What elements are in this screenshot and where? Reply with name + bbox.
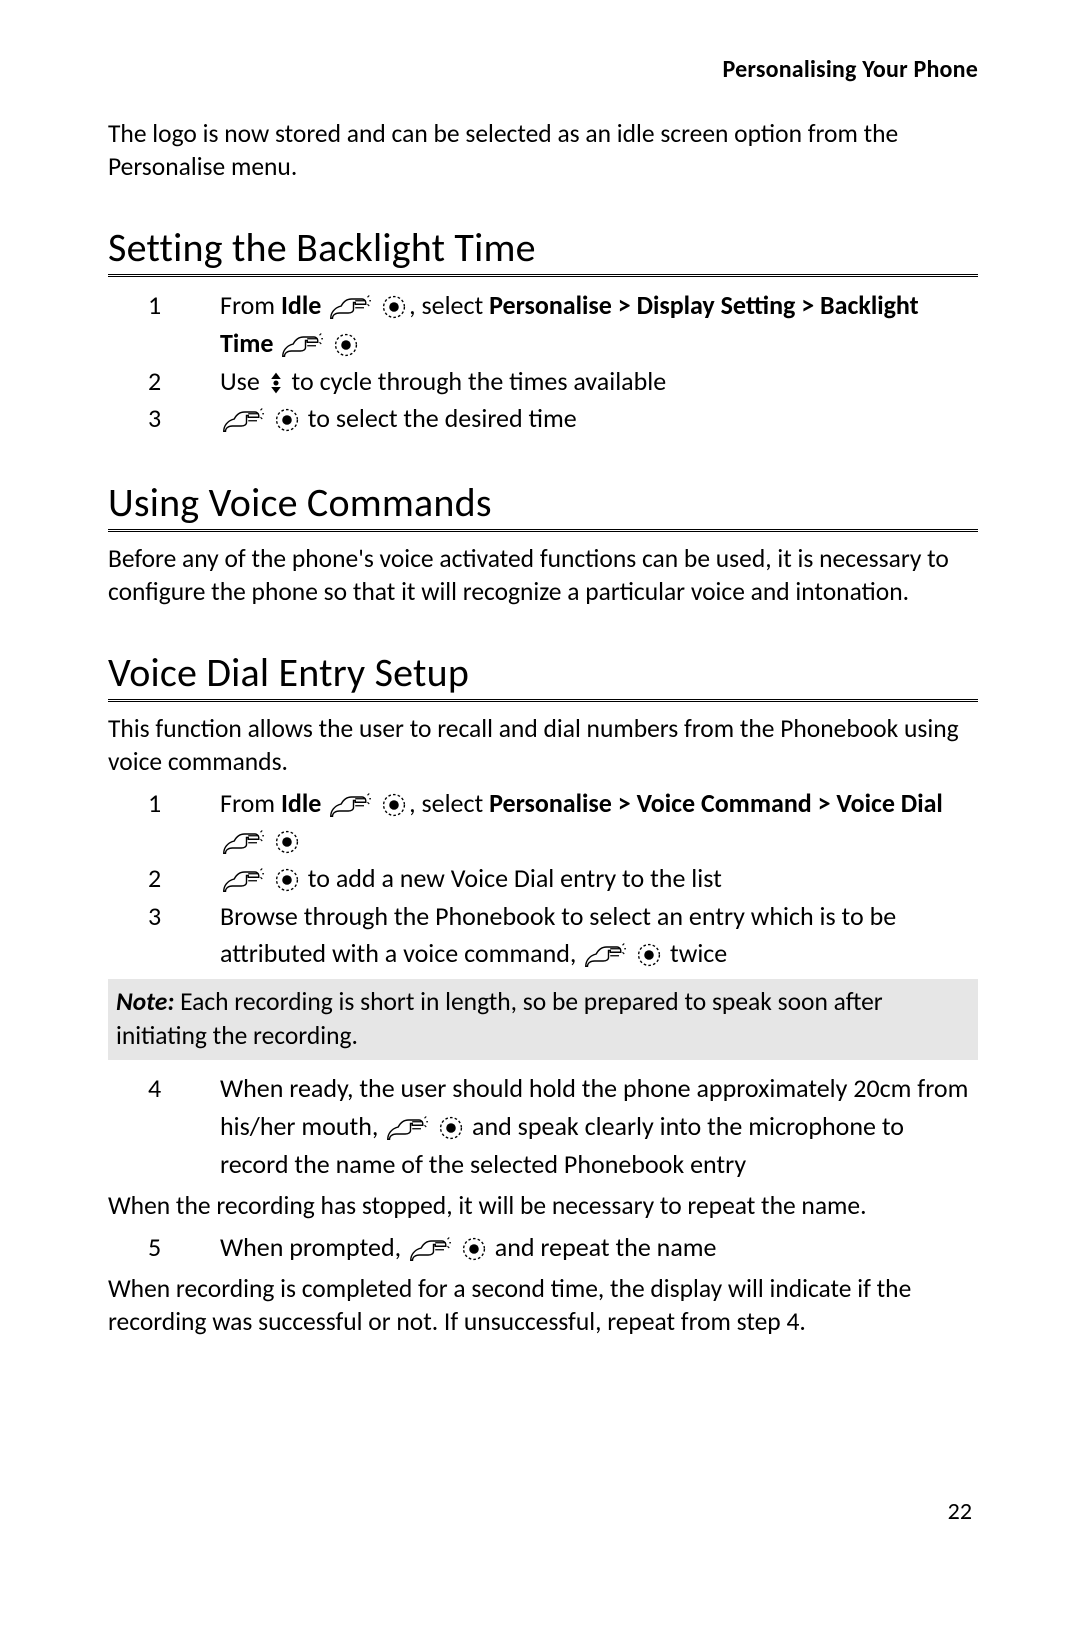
press-key-hand-icon: [329, 790, 371, 818]
step-text: to add a new Voice Dial entry to the lis…: [220, 860, 978, 898]
step-text-part: twice: [664, 937, 727, 969]
step-item: 5 When prompted, and repeat the name: [148, 1229, 978, 1267]
step-text-part: to select the desired time: [302, 402, 577, 434]
step-text: Browse through the Phonebook to select a…: [220, 898, 978, 973]
nav-select-icon: [461, 1236, 487, 1262]
step-number: 5: [148, 1229, 220, 1267]
step-text-part: and repeat the name: [489, 1231, 717, 1263]
step-number: 3: [148, 898, 220, 936]
step-item: 3 Browse through the Phonebook to select…: [148, 898, 978, 973]
voice-dial-steps-b: 4 When ready, the user should hold the p…: [108, 1070, 978, 1183]
section-title-voice-commands: Using Voice Commands: [108, 478, 978, 532]
step-text-part: to cycle through the times available: [286, 365, 667, 397]
press-key-hand-icon: [222, 827, 264, 855]
press-key-hand-icon: [281, 330, 323, 358]
step-text: When prompted, and repeat the name: [220, 1229, 978, 1267]
nav-select-icon: [381, 294, 407, 320]
page: Personalising Your Phone The logo is now…: [0, 0, 1080, 1632]
step-text-part: When prompted,: [220, 1231, 407, 1263]
paragraph: When the recording has stopped, it will …: [108, 1189, 978, 1222]
step-number: 2: [148, 860, 220, 898]
step-text-part: Browse through the Phonebook to select a…: [220, 900, 896, 970]
step-number: 3: [148, 400, 220, 438]
section-title-backlight: Setting the Backlight Time: [108, 223, 978, 277]
press-key-hand-icon: [222, 405, 264, 433]
step-item: 2 Use to cycle through the times availab…: [148, 363, 978, 401]
paragraph: When recording is completed for a second…: [108, 1272, 978, 1338]
step-number: 1: [148, 785, 220, 823]
page-number: 22: [948, 1497, 972, 1526]
running-head: Personalising Your Phone: [108, 55, 978, 84]
step-text-bold: Personalise > Display Setting > Backligh…: [220, 289, 919, 359]
note-box: Note: Each recording is short in length,…: [108, 979, 978, 1060]
nav-select-icon: [274, 829, 300, 855]
step-text-part: From: [220, 787, 281, 819]
step-item: 2 to add a new Voice Dial entry to the l…: [148, 860, 978, 898]
note-label: Note:: [116, 986, 174, 1017]
step-number: 1: [148, 287, 220, 325]
step-text: From Idle , select Personalise > Display…: [220, 287, 978, 362]
nav-select-icon: [274, 407, 300, 433]
step-text: When ready, the user should hold the pho…: [220, 1070, 978, 1183]
press-key-hand-icon: [409, 1234, 451, 1262]
press-key-hand-icon: [329, 292, 371, 320]
nav-select-icon: [333, 332, 359, 358]
nav-select-icon: [438, 1115, 464, 1141]
nav-select-icon: [381, 792, 407, 818]
step-text-bold: Personalise > Voice Command > Voice Dial: [489, 787, 943, 819]
press-key-hand-icon: [584, 940, 626, 968]
step-text: Use to cycle through the times available: [220, 363, 978, 401]
voice-commands-body: Before any of the phone's voice activate…: [108, 542, 978, 608]
step-text-part: to add a new Voice Dial entry to the lis…: [302, 862, 722, 894]
section-title-voice-dial: Voice Dial Entry Setup: [108, 648, 978, 702]
nav-select-icon: [636, 942, 662, 968]
press-key-hand-icon: [386, 1113, 428, 1141]
note-body: Each recording is short in length, so be…: [116, 986, 883, 1051]
step-text: From Idle , select Personalise > Voice C…: [220, 785, 978, 860]
step-text-part: Use: [220, 365, 266, 397]
step-item: 1 From Idle , select Personalise > Displ…: [148, 287, 978, 362]
step-text-part: From: [220, 289, 281, 321]
step-item: 3 to select the desired time: [148, 400, 978, 438]
step-number: 4: [148, 1070, 220, 1108]
step-text-bold: Idle: [281, 787, 321, 819]
intro-paragraph: The logo is now stored and can be select…: [108, 118, 978, 183]
voice-dial-body: This function allows the user to recall …: [108, 712, 978, 778]
nav-updown-icon: [268, 370, 284, 396]
step-text-part: , select: [409, 787, 489, 819]
step-text-part: , select: [409, 289, 489, 321]
step-item: 4 When ready, the user should hold the p…: [148, 1070, 978, 1183]
press-key-hand-icon: [222, 865, 264, 893]
voice-dial-steps-a: 1 From Idle , select Personalise > Voice…: [108, 785, 978, 973]
step-number: 2: [148, 363, 220, 401]
step-item: 1 From Idle , select Personalise > Voice…: [148, 785, 978, 860]
step-text-bold: Idle: [281, 289, 321, 321]
nav-select-icon: [274, 867, 300, 893]
voice-dial-steps-c: 5 When prompted, and repeat the name: [108, 1229, 978, 1267]
step-text: to select the desired time: [220, 400, 978, 438]
backlight-steps: 1 From Idle , select Personalise > Displ…: [108, 287, 978, 438]
